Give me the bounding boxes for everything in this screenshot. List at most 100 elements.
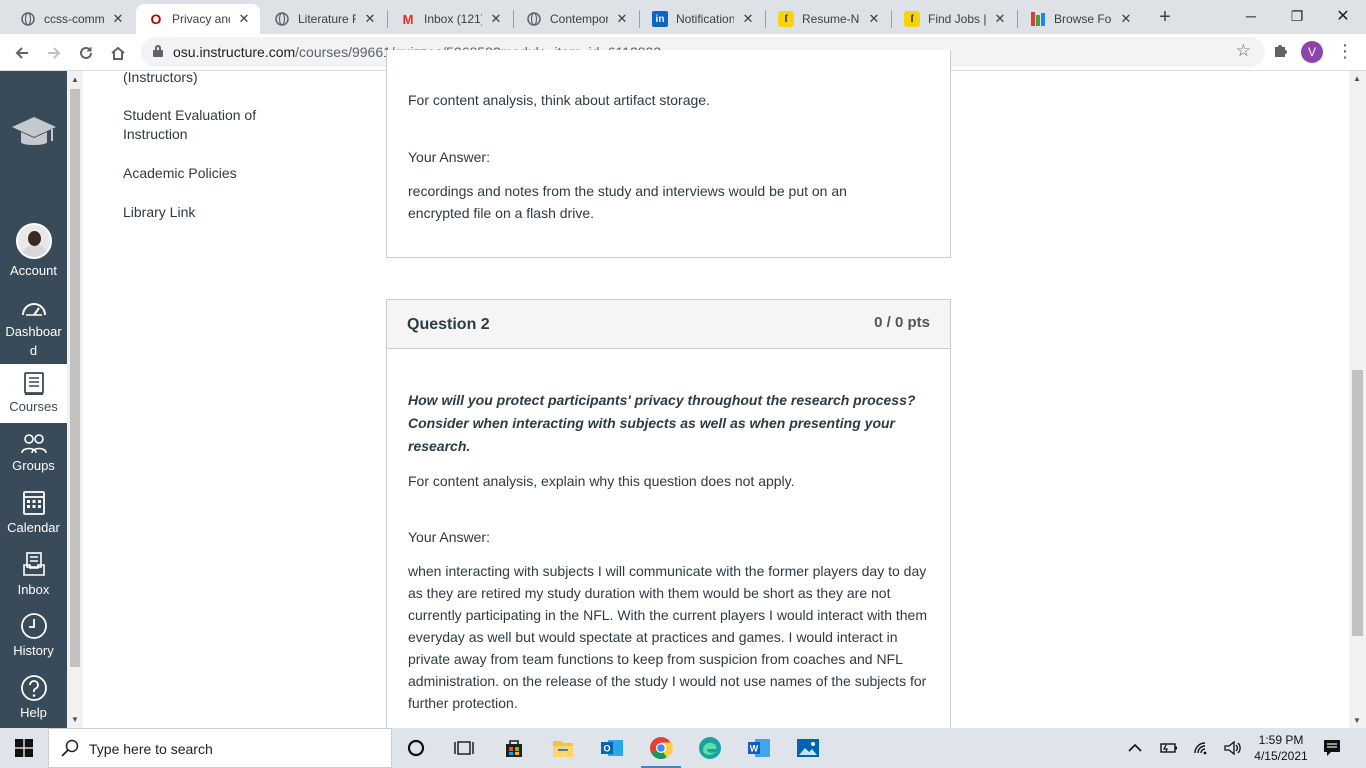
task-view-icon[interactable] (450, 734, 478, 762)
tab-find-jobs[interactable]: ſ Find Jobs | ✕ (892, 4, 1016, 34)
system-clock[interactable]: 1:59 PM 4/15/2021 (1250, 732, 1312, 764)
course-nav-instructors[interactable]: (Instructors) (123, 68, 303, 87)
forward-button[interactable] (40, 39, 68, 67)
profile-avatar[interactable]: V (1301, 41, 1323, 63)
extensions-puzzle-icon[interactable] (1270, 42, 1290, 62)
close-icon[interactable]: ✕ (740, 11, 756, 27)
question-2-card: Question 2 0 / 0 pts How will you protec… (386, 299, 951, 739)
canvas-logo-icon[interactable] (10, 111, 58, 158)
home-button[interactable] (104, 39, 132, 67)
scroll-down-arrow-icon[interactable]: ▼ (1353, 716, 1361, 725)
nav-label: Calendar (7, 520, 60, 535)
close-icon[interactable]: ✕ (110, 11, 126, 27)
nav-history[interactable]: History (0, 612, 67, 658)
nav-label: Inbox (17, 582, 50, 597)
course-nav-library-link[interactable]: Library Link (123, 203, 303, 222)
scroll-up-arrow-icon[interactable]: ▲ (71, 75, 79, 84)
close-icon[interactable]: ✕ (488, 11, 504, 27)
battery-icon[interactable] (1158, 728, 1178, 768)
tab-literature[interactable]: Literature R ✕ (262, 4, 386, 34)
windows-taskbar: Type here to search O W 1:59 PM 4/15/202… (0, 728, 1366, 768)
photos-icon[interactable] (794, 734, 822, 762)
outlook-icon[interactable]: O (598, 734, 626, 762)
nav-account[interactable]: Account (0, 223, 67, 278)
scroll-down-arrow-icon[interactable]: ▼ (71, 715, 79, 724)
show-hidden-icons[interactable] (1128, 728, 1142, 768)
history-icon (20, 613, 47, 639)
action-center-icon[interactable] (1322, 738, 1342, 763)
nav-groups[interactable]: Groups (0, 433, 67, 473)
nav-courses[interactable]: Courses (0, 364, 67, 423)
scrollbar-thumb[interactable] (1352, 370, 1363, 636)
restore-button[interactable]: ❐ (1274, 0, 1320, 32)
nav-label: Courses (9, 399, 58, 414)
reload-button[interactable] (72, 39, 100, 67)
cortana-icon[interactable] (402, 734, 430, 762)
calendar-icon (22, 491, 45, 515)
course-nav-academic-policies[interactable]: Academic Policies (123, 164, 303, 183)
back-button[interactable] (8, 39, 36, 67)
tab-inbox[interactable]: M Inbox (121) ✕ (388, 4, 512, 34)
scroll-up-arrow-icon[interactable]: ▲ (1353, 74, 1361, 83)
file-explorer-icon[interactable] (549, 734, 577, 762)
new-tab-button[interactable]: + (1153, 7, 1177, 29)
volume-icon[interactable] (1223, 728, 1243, 768)
inbox-icon (22, 552, 45, 576)
start-button[interactable] (0, 728, 48, 768)
nav-inbox[interactable]: Inbox (0, 551, 67, 597)
nav-label: History (13, 643, 54, 658)
word-icon[interactable]: W (745, 734, 773, 762)
taskbar-search-input[interactable]: Type here to search (48, 728, 392, 768)
svg-text:O: O (603, 744, 610, 754)
wifi-icon[interactable] (1193, 728, 1211, 768)
tab-notifications[interactable]: in Notification ✕ (640, 4, 764, 34)
clock-date: 4/15/2021 (1254, 749, 1308, 763)
browser-menu-icon[interactable]: ⋮ (1336, 42, 1354, 60)
close-icon[interactable]: ✕ (866, 11, 882, 27)
courses-icon (23, 372, 44, 395)
tab-privacy[interactable]: O Privacy and ✕ (136, 4, 260, 34)
close-icon[interactable]: ✕ (362, 11, 378, 27)
question-2-answer-label: Your Answer: (408, 529, 490, 545)
chrome-icon[interactable] (641, 734, 681, 768)
close-icon[interactable]: ✕ (992, 11, 1008, 27)
close-icon[interactable]: ✕ (614, 11, 630, 27)
question-1-note: For content analysis, think about artifa… (408, 92, 710, 108)
store-icon[interactable] (500, 734, 528, 762)
bookmark-star-icon[interactable]: ☆ (1236, 41, 1251, 61)
scrollbar-thumb[interactable] (70, 89, 80, 667)
minimize-button[interactable]: ─ (1228, 0, 1274, 32)
nav-help[interactable]: Help (0, 674, 67, 720)
linkedin-icon: in (652, 11, 668, 27)
tab-title: Inbox (121) (424, 12, 482, 26)
global-navigation: Account Dashboar d Courses Groups Calend… (0, 71, 67, 728)
page-scrollbar[interactable]: ▲ ▼ (1349, 71, 1366, 728)
gmail-icon: M (402, 11, 414, 27)
tab-title: Literature R (298, 12, 356, 26)
tab-contemporary[interactable]: Contempor ✕ (514, 4, 638, 34)
edge-icon[interactable] (696, 734, 724, 762)
course-nav-student-evaluation[interactable]: Student Evaluation of Instruction (123, 106, 293, 144)
nav-label: Help (20, 705, 47, 720)
tab-browse[interactable]: Browse For ✕ (1018, 4, 1142, 34)
yellow-flag-icon: ſ (904, 11, 920, 27)
colorful-grid-icon (1030, 11, 1046, 27)
groups-icon (20, 434, 47, 454)
close-icon[interactable]: ✕ (1118, 11, 1134, 27)
close-icon[interactable]: ✕ (236, 11, 252, 27)
question-1-answer: recordings and notes from the study and … (408, 183, 847, 221)
lock-icon (153, 45, 163, 57)
question-2-prompt: How will you protect participants' priva… (408, 392, 916, 454)
question-2-answer: when interacting with subjects I will co… (408, 563, 927, 711)
nav-scrollbar[interactable]: ▲ ▼ (67, 71, 83, 728)
svg-text:W: W (750, 744, 759, 754)
search-placeholder: Type here to search (89, 741, 213, 757)
nav-dashboard[interactable]: Dashboar d (0, 297, 67, 360)
tab-resume[interactable]: ſ Resume-No ✕ (766, 4, 890, 34)
tab-ccss[interactable]: ccss-comm ✕ (8, 4, 134, 34)
tab-title: Notification (676, 12, 734, 26)
nav-calendar[interactable]: Calendar (0, 489, 67, 535)
back-arrow-icon (15, 47, 28, 59)
close-window-button[interactable]: ✕ (1320, 0, 1366, 32)
help-icon (20, 675, 47, 701)
